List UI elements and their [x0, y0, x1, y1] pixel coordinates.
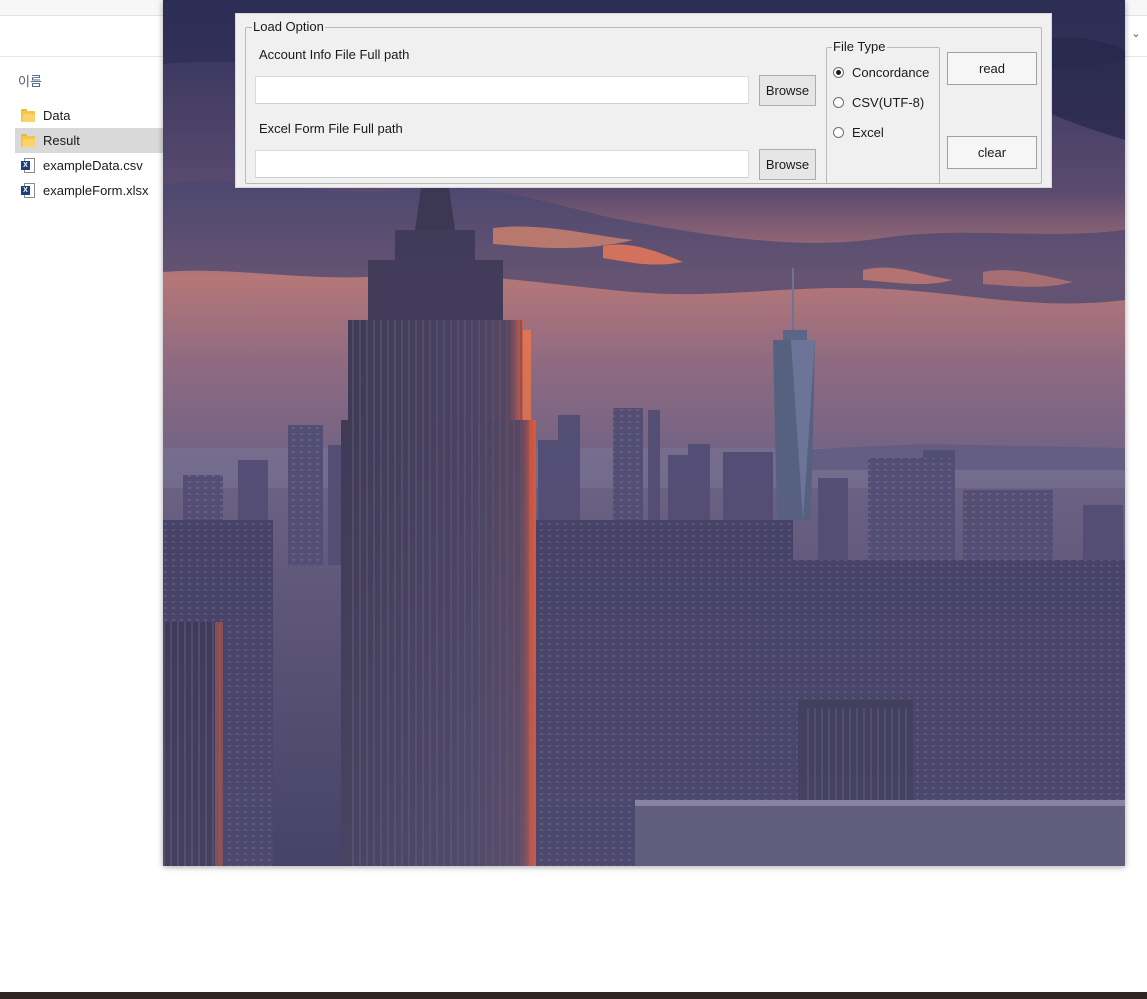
load-option-panel: Load Option Account Info File Full path … — [235, 13, 1052, 188]
account-info-path-input[interactable] — [255, 76, 749, 104]
radio-button-icon[interactable] — [833, 127, 844, 138]
excel-file-icon: X — [21, 158, 35, 173]
radio-button-icon[interactable] — [833, 67, 844, 78]
list-item-result-folder[interactable]: Result — [15, 128, 165, 153]
column-header-name[interactable]: 이름 — [18, 71, 42, 90]
account-browse-button[interactable]: Browse — [759, 75, 816, 106]
list-item-exampleform-xlsx[interactable]: X exampleForm.xlsx — [15, 178, 165, 203]
taskbar-edge — [0, 992, 1147, 999]
excel-file-icon: X — [21, 183, 35, 198]
excel-form-path-input[interactable] — [255, 150, 749, 178]
read-button[interactable]: read — [947, 52, 1037, 85]
file-type-title: File Type — [832, 39, 887, 55]
folder-icon — [21, 133, 35, 148]
excel-browse-button[interactable]: Browse — [759, 149, 816, 180]
app-window: Load Option Account Info File Full path … — [163, 0, 1125, 866]
radio-label: Concordance — [852, 65, 930, 80]
list-item-label: exampleData.csv — [43, 158, 143, 173]
list-item-exampledata-csv[interactable]: X exampleData.csv — [15, 153, 165, 178]
load-option-title: Load Option — [252, 19, 325, 35]
clear-button[interactable]: clear — [947, 136, 1037, 169]
list-item-data-folder[interactable]: Data — [15, 103, 165, 128]
account-info-label: Account Info File Full path — [259, 47, 410, 62]
list-item-label: Result — [43, 133, 80, 148]
radio-label: Excel — [852, 125, 884, 140]
radio-label: CSV(UTF-8) — [852, 95, 925, 110]
list-item-label: Data — [43, 108, 71, 123]
file-type-group: File Type Concordance CSV(UTF-8) Excel — [826, 39, 940, 184]
folder-icon — [21, 108, 35, 123]
radio-button-icon[interactable] — [833, 97, 844, 108]
excel-form-label: Excel Form File Full path — [259, 121, 403, 136]
file-list: Data Result X exampleData.csv X exampleF… — [15, 103, 165, 203]
chevron-down-icon[interactable]: ⌄ — [1129, 27, 1143, 41]
list-item-label: exampleForm.xlsx — [43, 183, 149, 198]
